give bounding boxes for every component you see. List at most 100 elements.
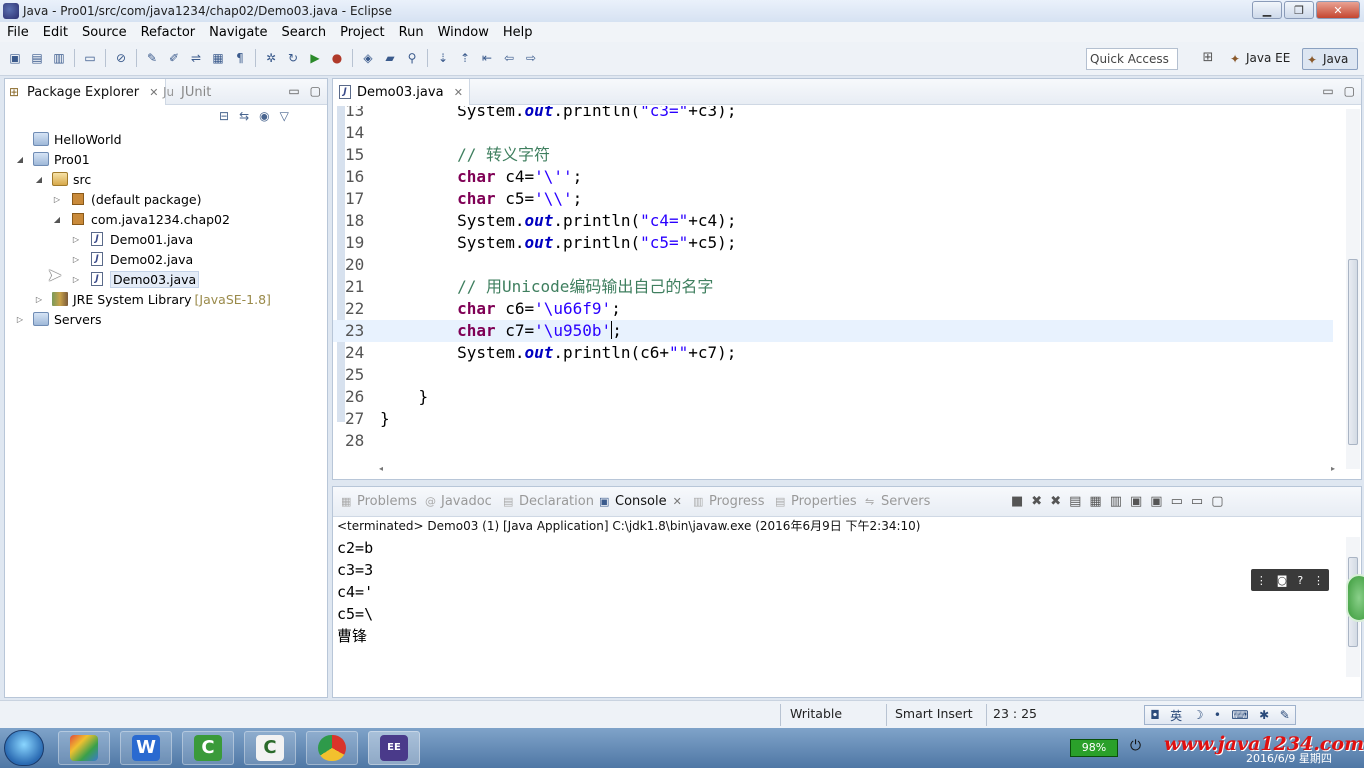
- console-output[interactable]: c2=b c3=3 c4=' c5=\ 曹锋: [337, 537, 373, 647]
- open-perspective-icon[interactable]: ⊞: [1198, 50, 1218, 68]
- menu-window[interactable]: Window: [431, 25, 496, 40]
- minimize-view-icon[interactable]: ▭: [1322, 84, 1333, 98]
- tree-item-helloworld[interactable]: HelloWorld: [15, 129, 122, 149]
- help-icon[interactable]: ?: [1297, 574, 1303, 587]
- clock-date[interactable]: 2016/6/9 星期四: [1246, 750, 1332, 766]
- code-line[interactable]: 21 // 用Unicode编码输出自己的名字: [333, 276, 1333, 298]
- code-line[interactable]: 27}: [333, 408, 1333, 430]
- back-icon[interactable]: ⇦: [500, 49, 518, 67]
- taskbar-app-colorful[interactable]: [58, 731, 110, 765]
- remove-launch-icon[interactable]: ✖: [1031, 494, 1042, 509]
- tree-item-pro01[interactable]: ◢ Pro01: [15, 149, 90, 169]
- refresh-icon[interactable]: ↻: [284, 49, 302, 67]
- minimize-button[interactable]: ▁: [1252, 1, 1282, 19]
- menu-help[interactable]: Help: [496, 25, 540, 40]
- forward-icon[interactable]: ⇨: [522, 49, 540, 67]
- terminal-icon[interactable]: ▭: [81, 49, 99, 67]
- tree-item-demo02[interactable]: ▷ J Demo02.java: [71, 249, 193, 269]
- word-wrap-icon[interactable]: ⇌: [187, 49, 205, 67]
- tab-junit[interactable]: Ju JUnit: [159, 79, 217, 105]
- skip-breakpoints-icon[interactable]: ⊘: [112, 49, 130, 67]
- expand-twisty[interactable]: ▷: [71, 235, 81, 244]
- perspective-java-ee[interactable]: ✦ Java EE: [1226, 48, 1300, 70]
- next-annotation-icon[interactable]: ✎: [143, 49, 161, 67]
- wrench-icon[interactable]: ✎: [1280, 708, 1290, 722]
- battery-indicator[interactable]: 98%: [1070, 739, 1118, 757]
- taskbar-app-word[interactable]: W: [120, 731, 172, 765]
- menu-run[interactable]: Run: [392, 25, 431, 40]
- start-button[interactable]: [4, 730, 44, 766]
- editor-vertical-scrollbar[interactable]: [1346, 109, 1360, 469]
- tab-properties[interactable]: ▤ Properties: [773, 494, 857, 509]
- code-line[interactable]: 26 }: [333, 386, 1333, 408]
- maximize-view-icon[interactable]: ▢: [1211, 494, 1223, 509]
- code-line[interactable]: 25: [333, 364, 1333, 386]
- code-line[interactable]: 24 System.out.println(c6+""+c7);: [333, 342, 1333, 364]
- open-type-icon[interactable]: ◈: [359, 49, 377, 67]
- code-line[interactable]: 13 System.out.println("c3="+c3);: [333, 106, 1333, 122]
- menu-navigate[interactable]: Navigate: [202, 25, 274, 40]
- display-selected-console-icon[interactable]: ▣: [1150, 494, 1162, 509]
- show-whitespace-icon[interactable]: ¶: [231, 49, 249, 67]
- expand-twisty[interactable]: ◢: [34, 175, 44, 184]
- expand-twisty[interactable]: ◢: [52, 215, 62, 224]
- save-icon[interactable]: ▤: [28, 49, 46, 67]
- code-line[interactable]: 14: [333, 122, 1333, 144]
- word-wrap-icon[interactable]: ▥: [1110, 494, 1122, 509]
- code-line[interactable]: 19 System.out.println("c5="+c5);: [333, 232, 1333, 254]
- tree-item-demo03[interactable]: ▷ J Demo03.java: [71, 269, 200, 289]
- prev-edit-icon[interactable]: ⇡: [456, 49, 474, 67]
- terminate-icon[interactable]: ■: [1011, 494, 1023, 509]
- menu-icon[interactable]: ⋮: [1313, 574, 1324, 587]
- code-line[interactable]: 23 char c7='\u950b';: [333, 320, 1333, 342]
- save-all-icon[interactable]: ▥: [50, 49, 68, 67]
- next-edit-icon[interactable]: ⇣: [434, 49, 452, 67]
- ime-toolbar[interactable]: ◘ 英 ☽ • ⌨ ✱ ✎: [1144, 705, 1296, 725]
- view-menu-icon[interactable]: ▽: [280, 109, 289, 123]
- expand-twisty[interactable]: ▷: [52, 195, 62, 204]
- expand-twisty[interactable]: ▷: [71, 255, 81, 264]
- close-button[interactable]: ✕: [1316, 1, 1360, 19]
- menu-project[interactable]: Project: [333, 25, 391, 40]
- new-icon[interactable]: ▣: [6, 49, 24, 67]
- clear-console-icon[interactable]: ▦: [1089, 494, 1101, 509]
- tab-progress[interactable]: ▥ Progress: [691, 494, 764, 509]
- search-icon[interactable]: ⚲: [403, 49, 421, 67]
- open-folder-icon[interactable]: ▰: [381, 49, 399, 67]
- tree-item-com-java1234-chap02[interactable]: ◢ com.java1234.chap02: [52, 209, 230, 229]
- ime-language[interactable]: 英: [1170, 707, 1182, 724]
- tools-icon[interactable]: ✱: [1259, 708, 1269, 722]
- maximize-view-icon[interactable]: ▢: [310, 84, 321, 98]
- moon-icon[interactable]: ☽: [1193, 708, 1204, 722]
- block-selection-icon[interactable]: ▦: [209, 49, 227, 67]
- mark-occurrences-icon[interactable]: ✐: [165, 49, 183, 67]
- code-line[interactable]: 28: [333, 430, 1333, 452]
- tab-declaration[interactable]: ▤ Declaration: [501, 494, 594, 509]
- pin-console-icon[interactable]: ▣: [1130, 494, 1142, 509]
- tree-item-src[interactable]: ◢ src: [34, 169, 91, 189]
- code-line[interactable]: 20: [333, 254, 1333, 276]
- taskbar-app-chrome[interactable]: [306, 731, 358, 765]
- code-text-area[interactable]: 13 System.out.println("c3="+c3); 14 15 // …: [333, 106, 1345, 466]
- expand-twisty[interactable]: ▷: [15, 315, 25, 324]
- close-icon[interactable]: ✕: [673, 495, 682, 508]
- menu-file[interactable]: File: [0, 25, 36, 40]
- tab-javadoc[interactable]: @ Javadoc: [423, 494, 492, 509]
- maximize-button[interactable]: ❐: [1284, 1, 1314, 19]
- external-tools-icon[interactable]: ●: [328, 49, 346, 67]
- menu-source[interactable]: Source: [75, 25, 134, 40]
- focus-icon[interactable]: ◉: [259, 109, 269, 123]
- open-console-icon[interactable]: ▭: [1171, 494, 1183, 509]
- taskbar-app-eclipse[interactable]: EE: [368, 731, 420, 765]
- screen-icon[interactable]: ◙: [1277, 574, 1288, 587]
- code-line[interactable]: 18 System.out.println("c4="+c4);: [333, 210, 1333, 232]
- minimize-view-icon[interactable]: ▭: [288, 84, 299, 98]
- perspective-java[interactable]: ✦ Java: [1302, 48, 1358, 70]
- debug-icon[interactable]: ✲: [262, 49, 280, 67]
- tree-item-jre-system-library[interactable]: ▷ JRE System Library [JavaSE-1.8]: [34, 289, 271, 309]
- quick-access-input[interactable]: Quick Access: [1086, 48, 1178, 70]
- floating-badge[interactable]: [1346, 574, 1364, 622]
- code-line[interactable]: 17 char c5='\\';: [333, 188, 1333, 210]
- menu-refactor[interactable]: Refactor: [134, 25, 203, 40]
- keyboard-icon[interactable]: ⌨: [1231, 708, 1248, 722]
